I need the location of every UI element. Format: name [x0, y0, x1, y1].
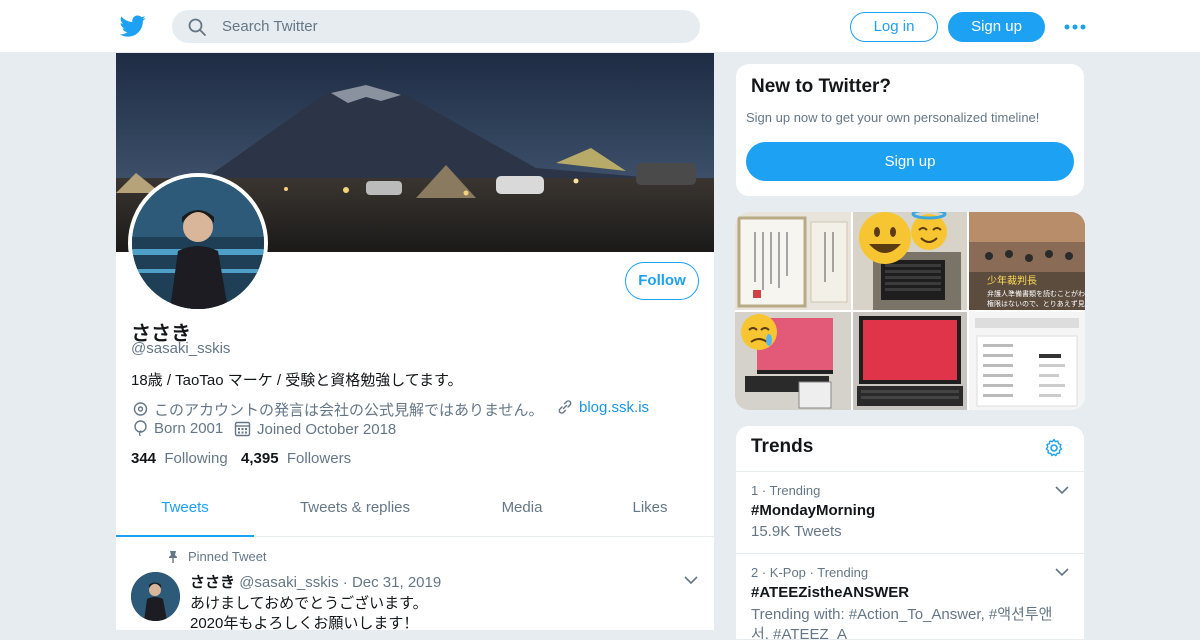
trend-tweet-count: 15.9K Tweets	[751, 523, 842, 540]
profile-column: Follow ささき @sasaki_sskis 18歳 / TaoTao マー…	[116, 53, 714, 630]
tweet-text-line-2: 2020年もよろしくお願いします！	[190, 615, 419, 630]
tab-media[interactable]: Media	[478, 485, 566, 537]
trend-trending-with: Trending with: #Action_To_Answer, #액션투앤서…	[751, 606, 1053, 640]
profile-avatar[interactable]	[128, 173, 268, 313]
profile-bio: 18歳 / TaoTao マーケ / 受験と資格勉強してます。	[131, 372, 463, 389]
top-navigation-bar: Log in Sign up	[0, 0, 1200, 53]
trend-context: 2 · K-Pop · Trending	[751, 565, 869, 580]
chevron-down-icon[interactable]	[1055, 485, 1069, 495]
tweet-text-line-1: あけましておめでとうございます。	[190, 595, 428, 612]
chevron-down-icon[interactable]	[684, 575, 698, 585]
tweet-text: あけましておめでとうございます。 2020年もよろしくお願いします！	[190, 594, 428, 630]
tweet-separator: ·	[342, 574, 348, 591]
more-options-icon[interactable]	[1064, 23, 1086, 31]
profile-website[interactable]: blog.ssk.is	[557, 399, 649, 416]
website-link[interactable]: blog.ssk.is	[579, 399, 649, 416]
search-input[interactable]	[222, 10, 682, 43]
trend-name[interactable]: #ATEEZistheANSWER	[751, 584, 909, 601]
trend-item[interactable]: 2 · K-Pop · Trending #ATEEZistheANSWER T…	[736, 553, 1084, 640]
trend-name[interactable]: #MondayMorning	[751, 502, 875, 519]
new-to-twitter-title: New to Twitter?	[751, 76, 892, 97]
link-icon	[558, 400, 572, 414]
svg-text:権限はないので、とりあえず見発: 権限はないので、とりあえず見発	[987, 299, 1085, 308]
media-thumb-2[interactable]	[853, 212, 967, 310]
media-grid: 少年裁判長 弁護人準備書類を読むことがわかる 権限はないので、とりあえず見発	[735, 212, 1085, 410]
balloon-icon	[134, 420, 147, 436]
location-text: このアカウントの発言は会社の公式見解ではありません。	[154, 402, 544, 419]
media-thumb-1[interactable]	[735, 212, 851, 310]
joined-text: Joined October 2018	[257, 421, 397, 438]
search-icon	[188, 18, 206, 36]
profile-handle: @sasaki_sskis	[131, 340, 231, 357]
twitter-bird-logo-icon[interactable]	[120, 13, 146, 39]
tweet-date[interactable]: Dec 31, 2019	[352, 574, 441, 591]
tweet-author-handle[interactable]: @sasaki_sskis	[239, 574, 338, 591]
following-count-link[interactable]: 344 Following	[131, 450, 228, 467]
location-pin-icon	[133, 402, 148, 416]
born-text: Born 2001	[154, 420, 224, 437]
log-in-button[interactable]: Log in	[850, 12, 938, 42]
tab-tweets[interactable]: Tweets	[116, 485, 254, 537]
tweet-author-avatar[interactable]	[131, 572, 180, 621]
media-thumb-6[interactable]	[969, 312, 1085, 410]
tab-tweets-and-replies[interactable]: Tweets & replies	[276, 485, 434, 537]
svg-text:弁護人準備書類を読むことがわかる: 弁護人準備書類を読むことがわかる	[987, 289, 1085, 298]
new-to-twitter-subtitle: Sign up now to get your own personalized…	[746, 110, 1040, 125]
profile-birthday: Born 2001	[133, 420, 223, 437]
gear-icon[interactable]	[1044, 438, 1064, 458]
pinned-tweet-label: Pinned Tweet	[168, 549, 267, 564]
tweet-author-name[interactable]: ささき	[190, 574, 235, 591]
following-label: Following	[164, 450, 228, 467]
profile-tabs: Tweets Tweets & replies Media Likes	[116, 485, 714, 537]
followers-count: 4,395	[241, 450, 279, 467]
search-bar[interactable]	[172, 10, 700, 43]
trends-title: Trends	[751, 436, 814, 457]
media-thumb-5[interactable]	[853, 312, 967, 410]
follow-button[interactable]: Follow	[625, 262, 699, 300]
trend-item[interactable]: 1 · Trending #MondayMorning 15.9K Tweets	[736, 471, 1084, 553]
followers-count-link[interactable]: 4,395 Followers	[241, 450, 351, 467]
sidebar-sign-up-button[interactable]: Sign up	[746, 142, 1074, 181]
media-thumb-4[interactable]	[735, 312, 851, 410]
trends-card: Trends 1 · Trending #MondayMorning 15.9K…	[735, 425, 1085, 640]
new-to-twitter-card: New to Twitter? Sign up now to get your …	[735, 63, 1085, 197]
overlay-title: 少年裁判長	[987, 274, 1037, 287]
tab-likes[interactable]: Likes	[612, 485, 688, 537]
calendar-icon	[234, 421, 251, 437]
pinned-text: Pinned Tweet	[188, 549, 267, 564]
sign-up-button[interactable]: Sign up	[948, 12, 1045, 42]
profile-joined: Joined October 2018	[234, 420, 396, 438]
chevron-down-icon[interactable]	[1055, 567, 1069, 577]
tweet-header: ささき @sasaki_sskis · Dec 31, 2019	[190, 571, 441, 592]
profile-location: このアカウントの発言は会社の公式見解ではありません。	[133, 399, 544, 420]
pin-icon	[169, 551, 177, 563]
following-count: 344	[131, 450, 157, 467]
followers-label: Followers	[286, 450, 352, 467]
media-thumb-3[interactable]: 少年裁判長 弁護人準備書類を読むことがわかる 権限はないので、とりあえず見発	[969, 212, 1085, 310]
trend-context: 1 · Trending	[751, 483, 821, 498]
